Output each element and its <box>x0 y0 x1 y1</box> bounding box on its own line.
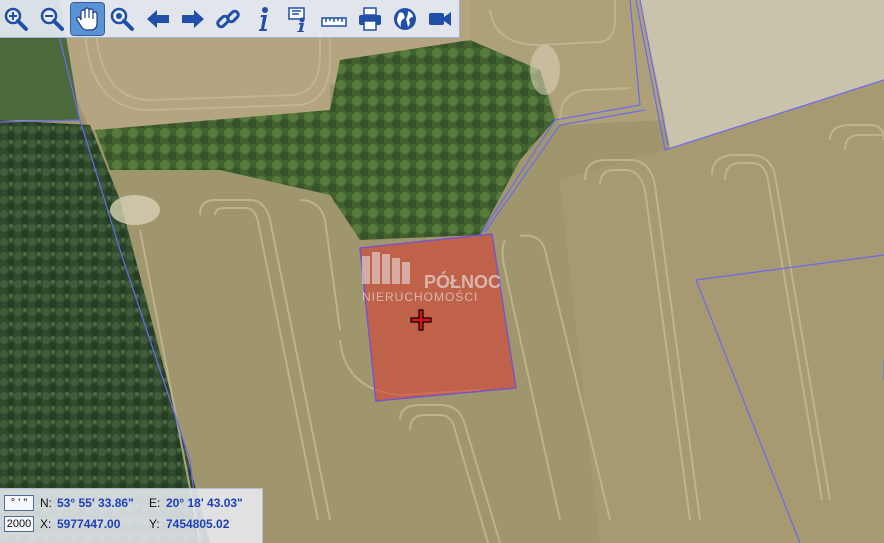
info-query-button[interactable] <box>283 3 316 35</box>
crosshair-marker-icon <box>410 309 432 331</box>
video-camera-icon <box>429 11 452 26</box>
watermark-logo: PÓŁNOC NIERUCHOMOŚCI <box>362 252 501 304</box>
longitude-label: E: <box>149 496 161 510</box>
watermark-line2: NIERUCHOMOŚCI <box>362 289 478 304</box>
pan-hand-icon <box>76 6 98 31</box>
scale-button[interactable]: 2000 <box>4 516 34 532</box>
zoom-in-icon <box>5 7 29 31</box>
globe-icon <box>393 7 416 30</box>
link-button[interactable] <box>212 3 245 35</box>
print-button[interactable] <box>353 3 386 35</box>
link-icon <box>216 9 241 28</box>
zoom-out-icon <box>40 7 64 31</box>
arrow-left-icon <box>146 9 169 28</box>
globe-button[interactable] <box>388 3 421 35</box>
info-button[interactable] <box>247 3 280 35</box>
latitude-label: N: <box>40 496 52 510</box>
ruler-icon <box>321 16 348 27</box>
watermark-line1: PÓŁNOC <box>424 271 501 292</box>
info-icon <box>258 6 268 31</box>
latitude-value: 53° 55' 33.86" <box>57 496 134 510</box>
zoom-extent-icon <box>111 7 135 31</box>
previous-view-button[interactable] <box>141 3 174 35</box>
longitude-value: 20° 18' 43.03" <box>166 496 243 510</box>
zoom-in-button[interactable] <box>0 3 33 35</box>
zoom-out-button[interactable] <box>35 3 68 35</box>
pan-button[interactable] <box>69 1 105 36</box>
measure-button[interactable] <box>318 3 351 35</box>
y-coordinate-value: 7454805.02 <box>166 517 230 531</box>
coordinates-panel: ° ' " 2000 N: 53° 55' 33.86" E: 20° 18' … <box>0 488 263 543</box>
video-button[interactable] <box>424 3 457 35</box>
arrow-right-icon <box>182 9 205 28</box>
x-coordinate-label: X: <box>40 517 52 531</box>
coordinate-format-button[interactable]: ° ' " <box>4 495 34 511</box>
next-view-button[interactable] <box>177 3 210 35</box>
zoom-extent-button[interactable] <box>106 3 139 35</box>
x-coordinate-value: 5977447.00 <box>57 517 121 531</box>
print-icon <box>358 6 381 31</box>
map-toolbar <box>0 0 460 38</box>
y-coordinate-label: Y: <box>149 517 160 531</box>
info-query-icon <box>288 6 305 32</box>
